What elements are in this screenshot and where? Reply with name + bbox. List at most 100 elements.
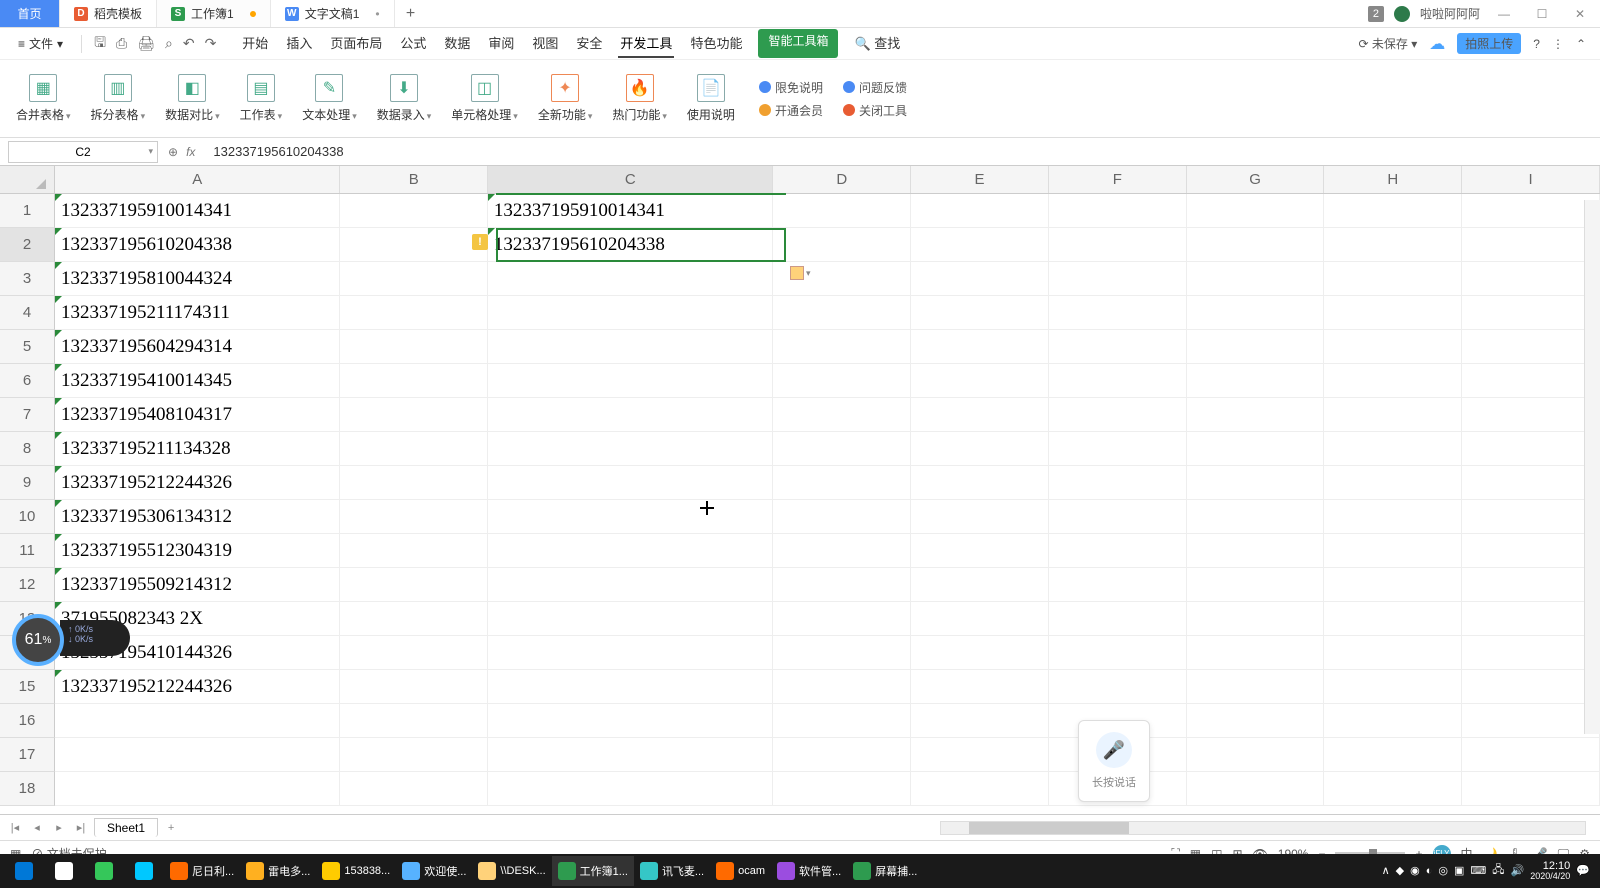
help-icon[interactable]: ?: [1533, 37, 1540, 51]
cell[interactable]: [773, 330, 911, 364]
cell[interactable]: [1187, 262, 1325, 296]
voice-input-widget[interactable]: 🎤 长按说话: [1078, 720, 1150, 802]
sheet-prev-icon[interactable]: ◂: [28, 819, 46, 837]
cell[interactable]: [340, 704, 488, 738]
free-info-link[interactable]: 限免说明: [759, 79, 823, 96]
cell[interactable]: [773, 296, 911, 330]
cell[interactable]: 132337195810044324: [55, 262, 340, 296]
tab-devtools[interactable]: 开发工具: [618, 29, 674, 58]
cell[interactable]: [1462, 262, 1600, 296]
cell[interactable]: [1462, 432, 1600, 466]
col-header-I[interactable]: I: [1462, 166, 1600, 193]
cell[interactable]: [1324, 330, 1462, 364]
cell[interactable]: [55, 738, 340, 772]
cell[interactable]: [1462, 194, 1600, 228]
cell[interactable]: [1187, 772, 1325, 806]
cell[interactable]: 132337195604294314: [55, 330, 340, 364]
cell[interactable]: [1187, 364, 1325, 398]
cell[interactable]: 132337195910014341: [55, 194, 340, 228]
error-indicator-icon[interactable]: !: [472, 234, 488, 250]
cell[interactable]: [773, 500, 911, 534]
cell[interactable]: [1324, 262, 1462, 296]
cell[interactable]: [1187, 534, 1325, 568]
notification-icon[interactable]: 💬: [1576, 864, 1590, 877]
more-icon[interactable]: ⋮: [1552, 37, 1564, 51]
cell[interactable]: [340, 432, 488, 466]
cell[interactable]: [1187, 398, 1325, 432]
cell[interactable]: [488, 670, 773, 704]
unsaved-indicator[interactable]: ⟳ 未保存 ▾: [1358, 35, 1417, 52]
tray-app-icon[interactable]: ▣: [1454, 864, 1464, 877]
cell[interactable]: [1324, 364, 1462, 398]
cell[interactable]: [488, 296, 773, 330]
add-sheet-button[interactable]: +: [162, 819, 180, 837]
cell[interactable]: [773, 636, 911, 670]
cell[interactable]: [773, 772, 911, 806]
tray-app-icon[interactable]: ◎: [1438, 864, 1448, 877]
taskbar-item[interactable]: 雷电多...: [240, 856, 316, 886]
tab-data[interactable]: 数据: [442, 29, 472, 58]
cell[interactable]: [1187, 466, 1325, 500]
text-process-button[interactable]: ✎文本处理▾: [298, 72, 361, 125]
new-features-button[interactable]: ✦全新功能▾: [534, 72, 597, 125]
cell[interactable]: [340, 262, 488, 296]
cell[interactable]: [1049, 568, 1187, 602]
cell[interactable]: [340, 772, 488, 806]
tab-formula[interactable]: 公式: [398, 29, 428, 58]
cell[interactable]: [340, 568, 488, 602]
row-header[interactable]: 11: [0, 534, 55, 568]
tray-net-icon[interactable]: 🖧: [1492, 861, 1504, 880]
search-menu[interactable]: 🔍 查找: [852, 29, 902, 58]
cell[interactable]: [1187, 738, 1325, 772]
taskbar-item[interactable]: ocam: [710, 856, 771, 886]
cell[interactable]: [1049, 364, 1187, 398]
close-button[interactable]: ✕: [1566, 2, 1594, 26]
row-header[interactable]: 18: [0, 772, 55, 806]
cell[interactable]: [911, 330, 1049, 364]
cell[interactable]: [1049, 670, 1187, 704]
cell[interactable]: [1187, 432, 1325, 466]
cell[interactable]: 132337195211134328: [55, 432, 340, 466]
cell[interactable]: [488, 330, 773, 364]
redo-icon[interactable]: ↷: [205, 32, 217, 56]
cell[interactable]: [1187, 228, 1325, 262]
cell[interactable]: [1462, 704, 1600, 738]
cell[interactable]: [340, 364, 488, 398]
split-tables-button[interactable]: ▥拆分表格▾: [87, 72, 150, 125]
row-header[interactable]: 15: [0, 670, 55, 704]
cell[interactable]: [773, 466, 911, 500]
cell[interactable]: [1187, 330, 1325, 364]
col-header-G[interactable]: G: [1187, 166, 1325, 193]
tab-layout[interactable]: 页面布局: [328, 29, 384, 58]
cell[interactable]: [340, 194, 488, 228]
cell[interactable]: [1049, 466, 1187, 500]
cell[interactable]: [55, 772, 340, 806]
cell[interactable]: 132337195910014341: [488, 194, 773, 228]
hot-features-button[interactable]: 🔥热门功能▾: [608, 72, 671, 125]
cell[interactable]: [1462, 772, 1600, 806]
cell[interactable]: [1324, 466, 1462, 500]
cell[interactable]: [55, 704, 340, 738]
taskbar-item[interactable]: \\DESK...: [472, 856, 551, 886]
cell-process-button[interactable]: ◫单元格处理▾: [447, 72, 522, 125]
cell[interactable]: [1324, 670, 1462, 704]
cell[interactable]: [488, 636, 773, 670]
cell[interactable]: [911, 636, 1049, 670]
cell[interactable]: [488, 262, 773, 296]
col-header-H[interactable]: H: [1324, 166, 1462, 193]
cell[interactable]: [1462, 534, 1600, 568]
cell[interactable]: [773, 398, 911, 432]
cell[interactable]: [1462, 602, 1600, 636]
net-speed-widget[interactable]: ↑ 0K/s ↓ 0K/s: [60, 620, 130, 656]
cell[interactable]: [911, 568, 1049, 602]
cell[interactable]: [1187, 602, 1325, 636]
tray-app-icon[interactable]: ◐: [1426, 865, 1433, 877]
cell[interactable]: [773, 738, 911, 772]
cell[interactable]: [773, 568, 911, 602]
cell[interactable]: [488, 704, 773, 738]
cell[interactable]: [773, 602, 911, 636]
minimize-button[interactable]: —: [1490, 2, 1518, 26]
photo-upload-button[interactable]: 拍照上传: [1457, 33, 1521, 54]
cell[interactable]: [1324, 704, 1462, 738]
cell[interactable]: [911, 262, 1049, 296]
